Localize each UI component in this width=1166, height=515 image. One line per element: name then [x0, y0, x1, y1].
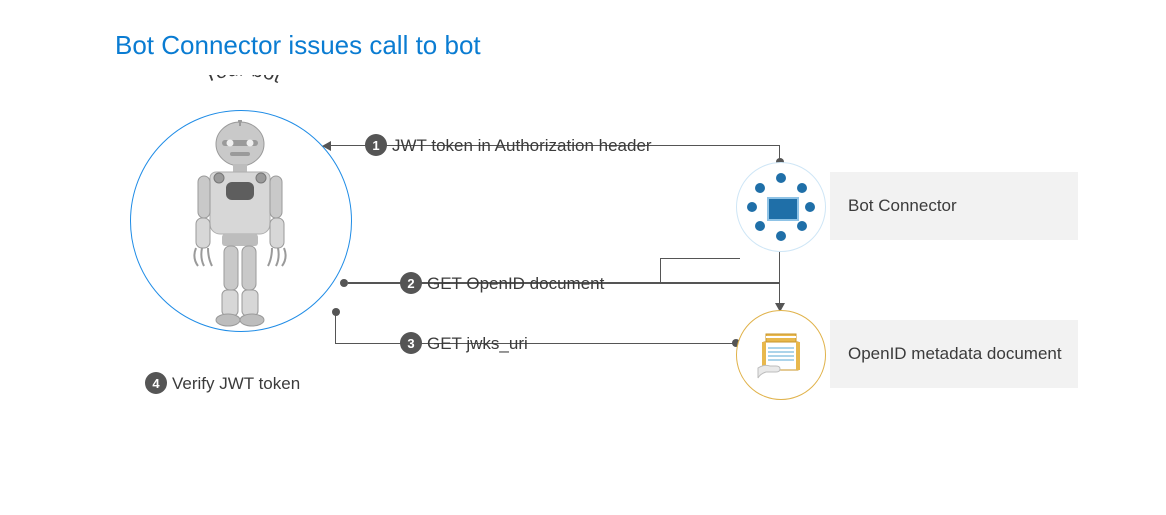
connector-line	[779, 145, 780, 161]
step-badge-1: 1	[365, 134, 387, 156]
connector-line	[335, 314, 336, 344]
connector-line	[660, 258, 740, 259]
step-text-4: Verify JWT token	[172, 374, 300, 394]
arrow-left-icon	[322, 141, 331, 151]
connector-line	[779, 250, 780, 283]
step-badge-3: 3	[400, 332, 422, 354]
bot-connector-label: Bot Connector	[830, 172, 1078, 240]
svg-text:Your bot: Your bot	[200, 75, 284, 88]
openid-node	[736, 310, 826, 400]
chip-icon	[767, 197, 799, 221]
step-badge-4: 4	[145, 372, 167, 394]
robot-icon	[170, 120, 310, 330]
diagram-title: Bot Connector issues call to bot	[115, 30, 481, 61]
connector-line	[660, 258, 661, 283]
document-hand-icon	[754, 328, 808, 382]
bot-connector-node	[736, 162, 826, 252]
connector-line	[779, 283, 780, 305]
openid-label: OpenID metadata document	[830, 320, 1078, 388]
step-text-3: GET jwks_uri	[427, 334, 528, 354]
step-text-2: GET OpenID document	[427, 274, 604, 294]
step-badge-2: 2	[400, 272, 422, 294]
connector-line	[640, 282, 780, 283]
connector-line	[335, 343, 735, 344]
step-text-1: JWT token in Authorization header	[392, 136, 652, 156]
gear-icon	[749, 175, 813, 239]
connector-dot	[340, 279, 348, 287]
